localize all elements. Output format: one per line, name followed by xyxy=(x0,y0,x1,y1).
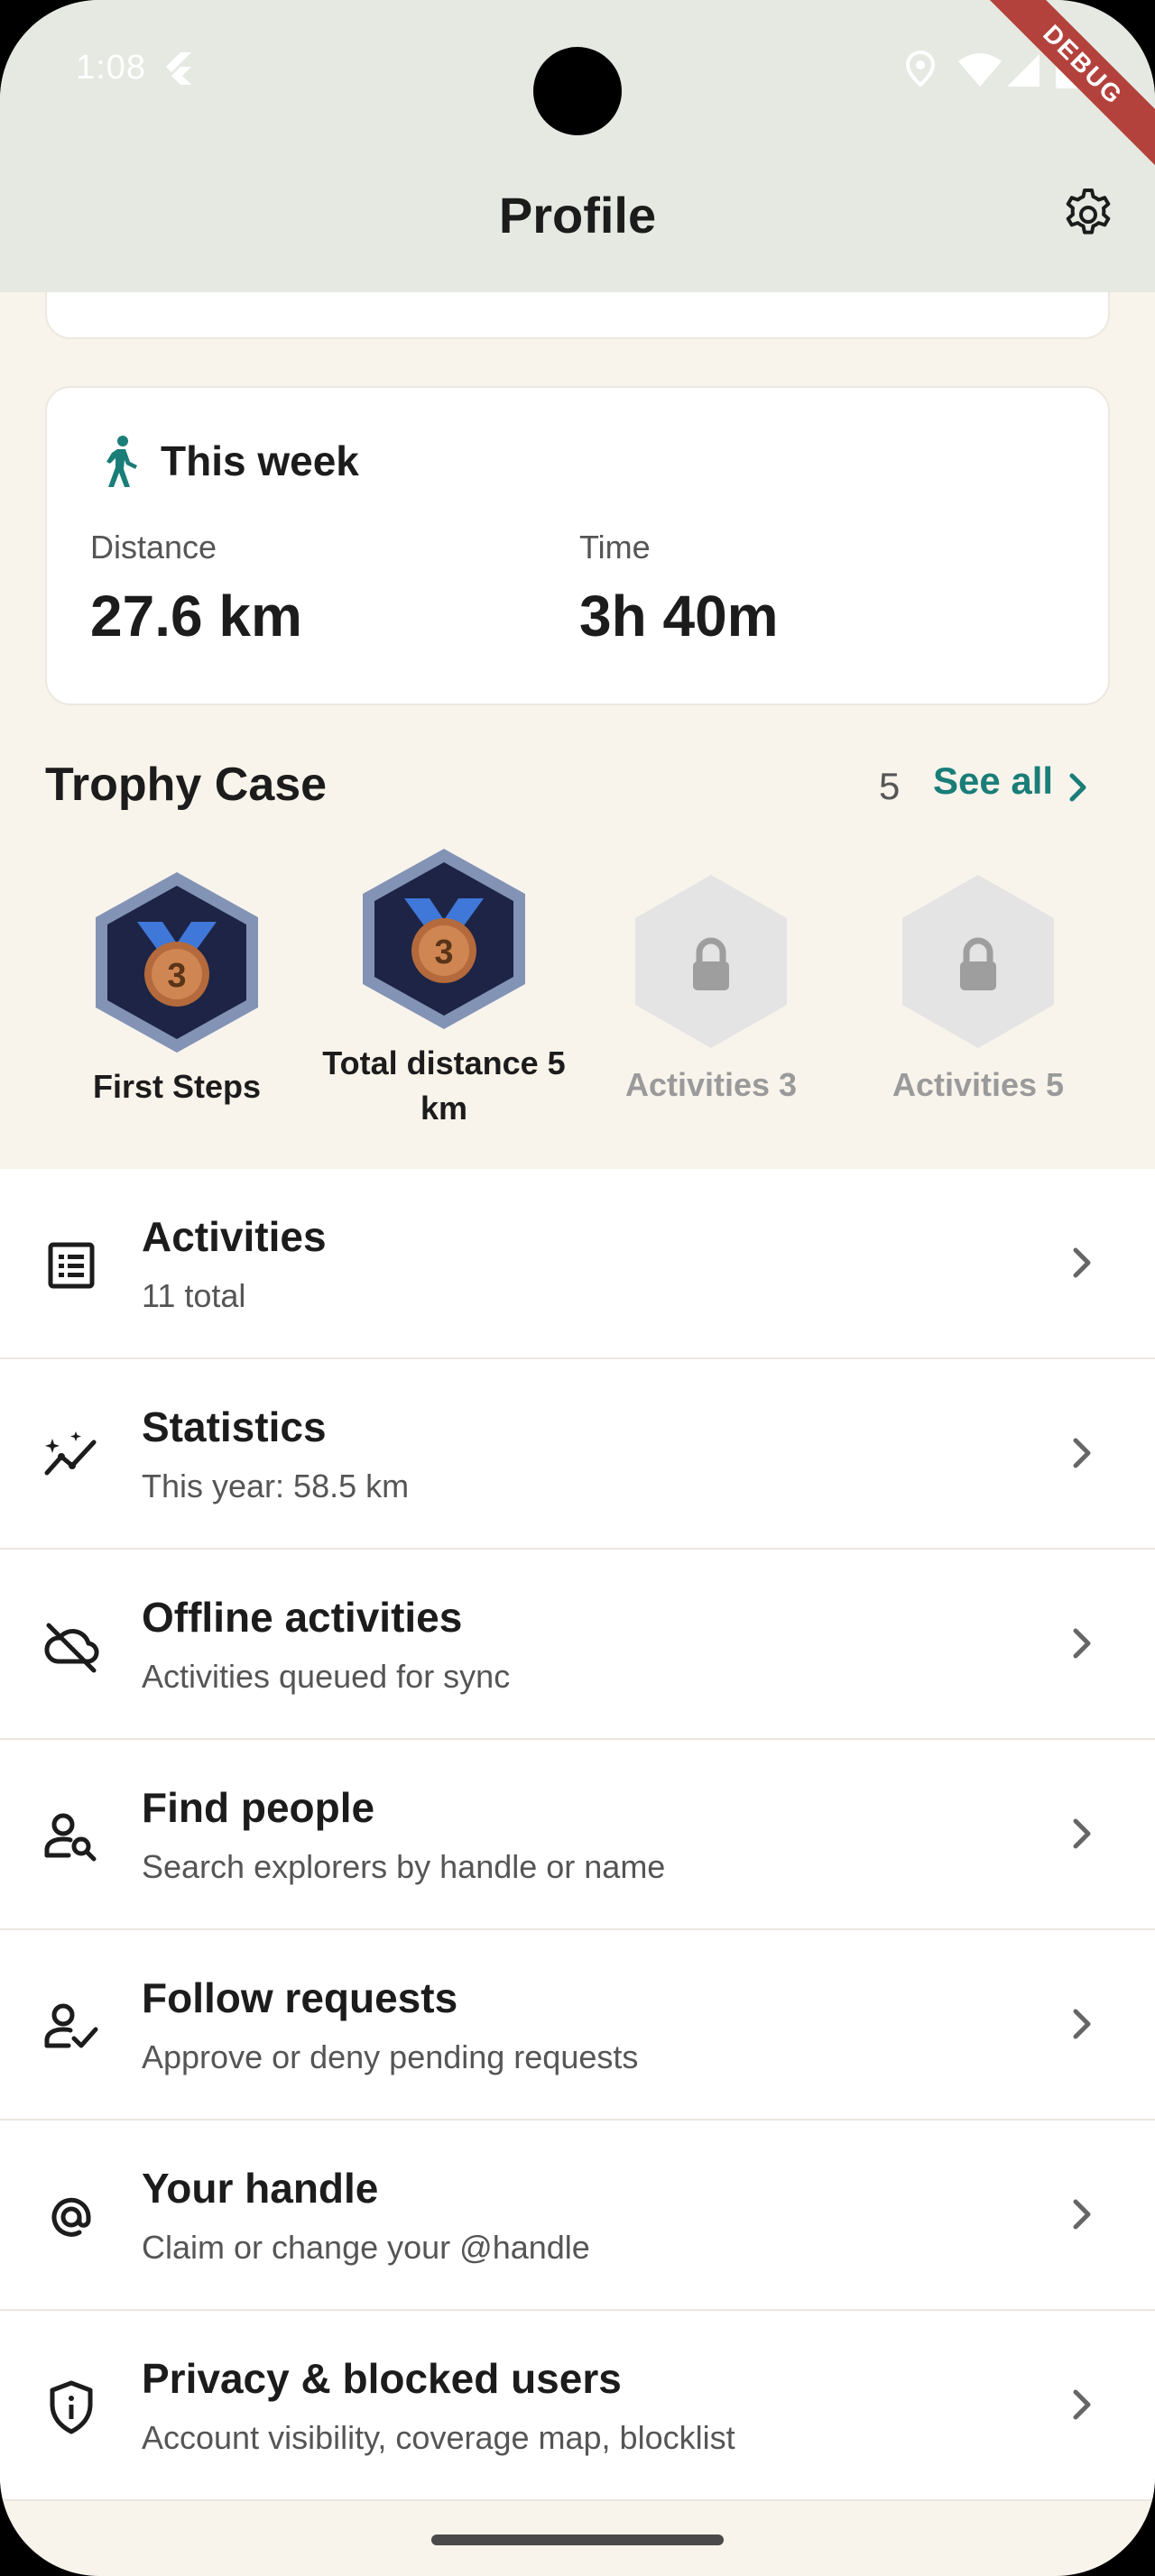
menu-item-title: Find people xyxy=(142,1784,375,1831)
menu-item-title: Your handle xyxy=(142,2165,379,2212)
menu-item-subtitle: 11 total xyxy=(142,1277,246,1314)
this-week-title: This week xyxy=(161,437,359,484)
flutter-icon xyxy=(166,52,191,85)
menu-item-title: Offline activities xyxy=(142,1594,463,1641)
menu-item-subtitle: This year: 58.5 km xyxy=(142,1467,410,1504)
medal-icon: 3 xyxy=(96,872,258,1053)
menu-item-subtitle: Approve or deny pending requests xyxy=(142,2038,639,2075)
menu-item-title: Activities xyxy=(142,1213,327,1260)
menu-item-your-handle[interactable]: Your handle Claim or change your @handle xyxy=(0,2121,1155,2311)
page-title: Profile xyxy=(498,187,657,244)
at-icon xyxy=(51,2197,91,2237)
chevron-right-icon xyxy=(1073,2199,1091,2230)
menu-item-title: Follow requests xyxy=(142,1974,458,2021)
status-time: 1:08 xyxy=(76,49,146,87)
menu-item-activities[interactable]: Activities 11 total xyxy=(0,1169,1155,1359)
badge-activities-3[interactable]: Activities 3 xyxy=(621,873,801,1103)
chevron-right-icon xyxy=(1073,2009,1091,2039)
menu-item-follow-requests[interactable]: Follow requests Approve or deny pending … xyxy=(0,1930,1155,2121)
app-bar: 1:08 Profile xyxy=(0,0,1155,292)
chevron-right-icon xyxy=(1073,1818,1091,1849)
badge-label: Activities 3 xyxy=(624,1066,798,1103)
this-week-card: This week Distance 27.6 km Time 3h 40m xyxy=(45,386,1110,705)
locked-badge-icon xyxy=(635,875,787,1048)
see-all-link[interactable]: See all xyxy=(933,759,1053,803)
badge-total-distance[interactable]: 3 Total distance 5 km xyxy=(322,844,566,1127)
medal-icon: 3 xyxy=(363,849,525,1029)
trophy-case-title: Trophy Case xyxy=(45,759,328,811)
menu-item-title: Privacy & blocked users xyxy=(142,2355,622,2402)
locked-badge-icon xyxy=(902,875,1054,1048)
camera-cutout xyxy=(533,47,622,135)
phone-screen: 1:08 Profile DEBUG This week Distance 27… xyxy=(0,0,1155,2576)
trophy-count: 5 xyxy=(879,765,901,807)
menu-item-subtitle: Activities queued for sync xyxy=(142,1658,511,1695)
menu-item-offline-activities[interactable]: Offline activities Activities queued for… xyxy=(0,1550,1155,1740)
person-search-icon xyxy=(44,1813,97,1862)
trending-icon xyxy=(44,1431,97,1476)
time-value: 3h 40m xyxy=(579,584,779,649)
badge-label: First Steps xyxy=(92,1068,262,1105)
profile-menu-list: Activities 11 total Statistics This year… xyxy=(0,1169,1155,2501)
walking-icon xyxy=(106,436,137,487)
time-label: Time xyxy=(579,529,651,566)
distance-label: Distance xyxy=(90,529,217,566)
svg-text:3: 3 xyxy=(434,934,453,971)
chevron-right-icon xyxy=(1073,1438,1091,1468)
home-indicator[interactable] xyxy=(431,2535,724,2545)
chevron-right-icon xyxy=(1073,1628,1091,1659)
signal-icon xyxy=(1007,54,1040,87)
menu-item-subtitle: Search explorers by handle or name xyxy=(142,1848,666,1885)
chevron-right-icon[interactable] xyxy=(1067,772,1090,803)
badge-activities-5[interactable]: Activities 5 xyxy=(888,873,1068,1103)
person-check-icon xyxy=(44,2003,98,2048)
chevron-right-icon xyxy=(1073,2389,1091,2420)
menu-item-statistics[interactable]: Statistics This year: 58.5 km xyxy=(0,1359,1155,1550)
settings-gear-icon[interactable] xyxy=(1061,188,1115,242)
menu-item-subtitle: Account visibility, coverage map, blockl… xyxy=(142,2419,735,2456)
badge-first-steps[interactable]: 3 First Steps xyxy=(87,868,267,1105)
wifi-icon xyxy=(958,53,1002,87)
menu-item-subtitle: Claim or change your @handle xyxy=(142,2229,590,2266)
list-icon xyxy=(48,1242,95,1289)
cloud-off-icon xyxy=(44,1623,99,1673)
chevron-right-icon xyxy=(1073,1247,1091,1278)
menu-item-find-people[interactable]: Find people Search explorers by handle o… xyxy=(0,1740,1155,1930)
menu-item-privacy[interactable]: Privacy & blocked users Account visibili… xyxy=(0,2311,1155,2501)
badge-label: Total distance 5 km xyxy=(322,1044,566,1127)
distance-value: 27.6 km xyxy=(90,584,302,649)
location-icon xyxy=(905,51,936,87)
menu-item-title: Statistics xyxy=(142,1403,327,1450)
svg-text:3: 3 xyxy=(167,957,186,995)
shield-icon xyxy=(50,2380,93,2434)
badge-label: Activities 5 xyxy=(892,1066,1065,1103)
